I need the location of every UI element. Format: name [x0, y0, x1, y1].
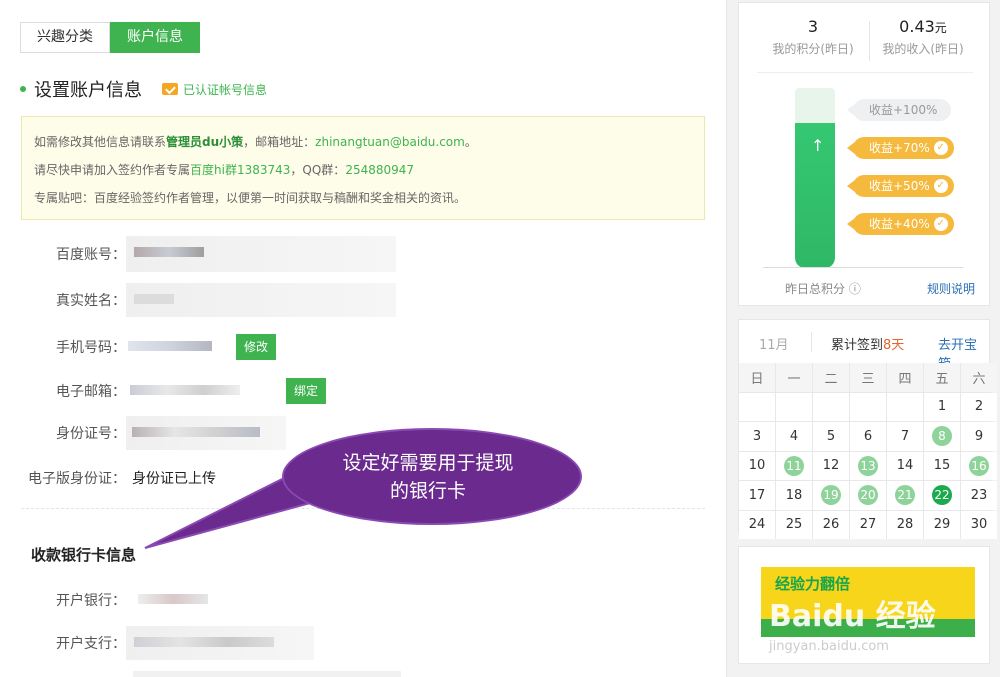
- bonus-label: 收益+70%: [869, 141, 930, 155]
- checked-day-mark: 22: [932, 485, 952, 506]
- calendar-day-29[interactable]: 29: [924, 510, 960, 539]
- bonus-tag-40: 收益+40% ✓: [847, 213, 954, 235]
- calendar-day-15[interactable]: 15: [924, 451, 960, 480]
- weekday-header: 四: [887, 363, 923, 392]
- points-value: 3: [807, 17, 819, 36]
- weekday-header: 日: [739, 363, 775, 392]
- calendar-day-13[interactable]: 13: [850, 451, 886, 480]
- income-unit: 元: [934, 21, 947, 35]
- checked-day-mark: 13: [858, 455, 878, 476]
- bonus-label: 收益+40%: [869, 217, 930, 231]
- points-tube-gauge: ↑: [795, 88, 835, 268]
- checked-day-mark: 16: [969, 455, 989, 476]
- income-caption: 我的收入(昨日): [882, 42, 964, 56]
- calendar-day-empty: [813, 392, 849, 421]
- calendar-day-23[interactable]: 23: [961, 481, 997, 510]
- points-stat: 3 我的积分(昨日): [753, 17, 873, 57]
- calendar-day-22[interactable]: 22: [924, 481, 960, 510]
- calendar-day-27[interactable]: 27: [850, 510, 886, 539]
- ad-panel: 经验力翻倍 Baidu 经验 jingyan.baidu.com: [738, 546, 990, 664]
- checked-day-mark: 8: [932, 426, 952, 447]
- calendar-day-17[interactable]: 17: [739, 481, 775, 510]
- callout-text: 设定好需要用于提现 的银行卡: [300, 449, 556, 505]
- calendar-day-3[interactable]: 3: [739, 422, 775, 451]
- check-icon: ✓: [933, 141, 948, 155]
- earnings-panel: 3 我的积分(昨日) 0.43元 我的收入(昨日) ↑ 收益+100% 收益+7…: [738, 2, 990, 306]
- calendar-day-12[interactable]: 12: [813, 451, 849, 480]
- signin-days: 8天: [883, 338, 905, 353]
- calendar-day-19[interactable]: 19: [813, 481, 849, 510]
- calendar-month: 11月: [759, 338, 789, 353]
- calendar-day-30[interactable]: 30: [961, 510, 997, 539]
- panel-separator: [757, 72, 973, 73]
- calendar-day-2[interactable]: 2: [961, 392, 997, 421]
- bonus-tag-70: 收益+70% ✓: [847, 137, 954, 159]
- checkin-calendar-panel: 11月 累计签到8天 去开宝箱 日一二三四五六12345678910111213…: [738, 319, 997, 539]
- calendar-day-6[interactable]: 6: [850, 422, 886, 451]
- arrow-up-icon: ↑: [811, 136, 825, 155]
- calendar-day-9[interactable]: 9: [961, 422, 997, 451]
- checked-day-mark: 20: [858, 485, 878, 506]
- main-panel: 兴趣分类 账户信息 设置账户信息 已认证帐号信息 如需修改其他信息请联系管理员d…: [0, 0, 727, 677]
- callout-line: 的银行卡: [389, 480, 466, 502]
- checked-day-mark: 11: [784, 455, 804, 476]
- weekday-header: 一: [776, 363, 812, 392]
- check-icon: ✓: [933, 217, 948, 231]
- bonus-tag-100: 收益+100%: [846, 99, 952, 121]
- check-icon: ✓: [933, 179, 948, 193]
- watermark-url: jingyan.baidu.com: [769, 639, 889, 654]
- income-value: 0.43元: [863, 17, 983, 36]
- calendar-day-empty: [887, 392, 923, 421]
- signin-count: 累计签到8天: [831, 334, 904, 353]
- weekday-header: 二: [813, 363, 849, 392]
- calendar-day-empty: [776, 392, 812, 421]
- calendar-day-1[interactable]: 1: [924, 392, 960, 421]
- calendar-separator: [811, 332, 812, 352]
- gauge-baseline: [763, 267, 963, 268]
- calendar-day-empty: [739, 392, 775, 421]
- rules-link[interactable]: 规则说明: [927, 280, 975, 297]
- calendar-day-28[interactable]: 28: [887, 510, 923, 539]
- calendar-day-20[interactable]: 20: [850, 481, 886, 510]
- points-caption: 我的积分(昨日): [772, 42, 854, 56]
- checked-day-mark: 21: [895, 485, 915, 506]
- calendar-day-5[interactable]: 5: [813, 422, 849, 451]
- calendar-day-24[interactable]: 24: [739, 510, 775, 539]
- calendar-day-empty: [850, 392, 886, 421]
- callout-tail: [144, 468, 339, 549]
- baidu-watermark-logo: Baidu 经验: [769, 599, 936, 634]
- weekday-header: 五: [924, 363, 960, 392]
- callout-line: 设定好需要用于提现: [342, 452, 514, 474]
- bonus-tag-50: 收益+50% ✓: [847, 175, 954, 197]
- checked-day-mark: 19: [821, 485, 841, 506]
- weekday-header: 六: [961, 363, 997, 392]
- income-stat: 0.43元 我的收入(昨日): [863, 17, 983, 57]
- calendar-day-18[interactable]: 18: [776, 481, 812, 510]
- weekday-header: 三: [850, 363, 886, 392]
- calendar-day-11[interactable]: 11: [776, 451, 812, 480]
- calendar-day-21[interactable]: 21: [887, 481, 923, 510]
- calendar-day-10[interactable]: 10: [739, 451, 775, 480]
- calendar-day-16[interactable]: 16: [961, 451, 997, 480]
- calendar-grid: 日一二三四五六 1 2 3 4 5 6 7 8 9 10 11 12 13 14 15 16 17 18 19 20 21…: [739, 363, 997, 539]
- calendar-day-7[interactable]: 7: [887, 422, 923, 451]
- bonus-label: 收益+50%: [869, 179, 930, 193]
- total-points-label[interactable]: 昨日总积分 ⓘ: [785, 280, 861, 297]
- calendar-day-26[interactable]: 26: [813, 510, 849, 539]
- calendar-day-14[interactable]: 14: [887, 451, 923, 480]
- signin-label: 累计签到: [831, 338, 884, 353]
- calendar-day-4[interactable]: 4: [776, 422, 812, 451]
- calendar-day-8[interactable]: 8: [924, 422, 960, 451]
- calendar-day-25[interactable]: 25: [776, 510, 812, 539]
- income-number: 0.43: [899, 17, 935, 36]
